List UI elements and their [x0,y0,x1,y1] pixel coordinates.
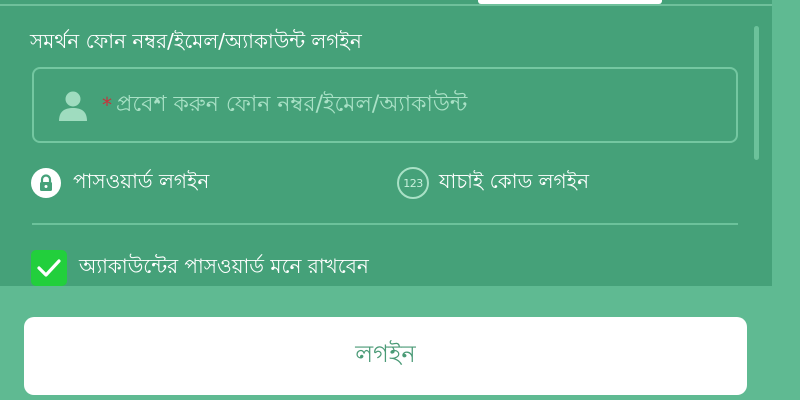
password-login-label: পাসওয়ার্ড লগইন [73,168,210,193]
lock-icon [31,168,61,198]
divider [32,223,738,225]
remember-password-label: অ্যাকাউন্টের পাসওয়ার্ড মনে রাখবেন [79,253,369,278]
remember-checkbox[interactable] [31,250,67,286]
remember-password-row[interactable]: অ্যাকাউন্টের পাসওয়ার্ড মনে রাখবেন [31,250,369,286]
top-tab-indicator [478,0,662,4]
required-marker: * [102,93,112,117]
password-login-option[interactable]: পাসওয়ার্ড লগইন [31,167,209,199]
account-input[interactable]: * প্রবেশ করুন ফোন নম্বর/ইমেল/অ্যাকাউন্ট [32,67,738,143]
scrollbar-thumb[interactable] [754,26,759,160]
section-label: সমর্থন ফোন নম্বর/ইমেল/অ্যাকাউন্ট লগইন [30,29,362,53]
user-icon [59,91,87,121]
code-icon: 123 [397,167,429,199]
code-login-label: যাচাই কোড লগইন [439,168,590,193]
account-input-placeholder: প্রবেশ করুন ফোন নম্বর/ইমেল/অ্যাকাউন্ট [116,91,468,117]
code-login-option[interactable]: 123 যাচাই কোড লগইন [397,167,589,199]
check-icon [37,259,61,277]
login-panel: সমর্থন ফোন নম্বর/ইমেল/অ্যাকাউন্ট লগইন * … [0,0,772,312]
login-button[interactable]: লগইন [24,317,747,395]
